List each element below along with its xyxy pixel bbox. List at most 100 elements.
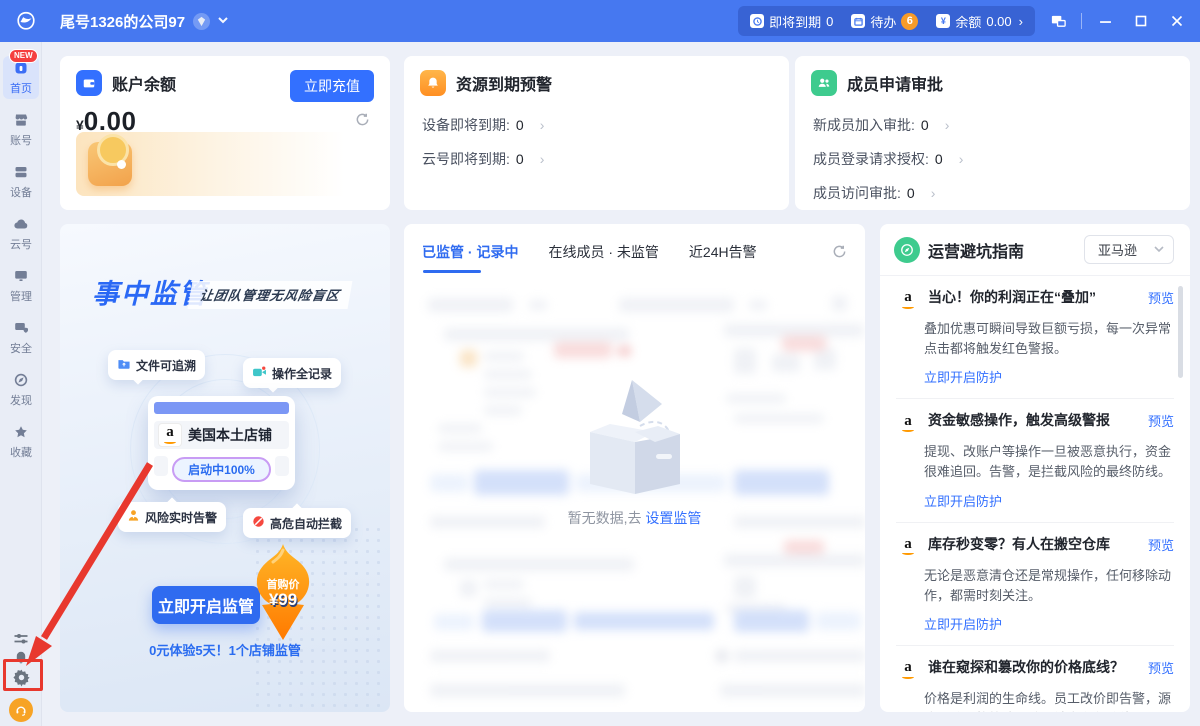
folder-icon xyxy=(117,358,131,373)
sidebar-item-cloud[interactable]: 云号 xyxy=(3,212,39,255)
person-alert-icon xyxy=(127,509,140,525)
enable-protection-link[interactable]: 立即开启防护 xyxy=(924,367,1002,386)
sidebar-item-security[interactable]: 安全 xyxy=(3,316,39,359)
amazon-icon: a xyxy=(896,535,920,559)
login-authorization-row[interactable]: 成员登录请求授权: 0 › xyxy=(795,142,1190,176)
monitor-tabs: 已监管 · 记录中 在线成员 · 未监管 近24H告警 xyxy=(422,242,757,262)
preview-link[interactable]: 预览 xyxy=(1148,288,1174,307)
amazon-icon: a xyxy=(896,288,920,312)
titlebar: 尾号1326的公司97 即将到期 0 xyxy=(0,0,1200,42)
wallet-icon xyxy=(76,70,102,96)
region-filter-select[interactable]: 亚马逊 xyxy=(1084,235,1174,264)
money-icon: ¥ xyxy=(936,14,950,28)
scrollbar-thumb[interactable] xyxy=(1178,286,1183,378)
wallet-illustration xyxy=(88,142,132,186)
chevron-down-icon xyxy=(1154,246,1164,253)
sidebar-item-discover[interactable]: 发现 xyxy=(3,368,39,411)
app-logo-icon[interactable] xyxy=(14,9,38,33)
shop-preview-card: a 美国本土店铺 启动中100% xyxy=(148,396,295,490)
refresh-icon[interactable] xyxy=(832,244,847,264)
balance-stat[interactable]: ¥ 余额 0.00 › xyxy=(936,12,1023,31)
sidebar-item-favorites[interactable]: 收藏 xyxy=(3,420,39,463)
compass-icon xyxy=(13,372,29,393)
guide-item: a 当心！你的利润正在“叠加” 预览 叠加优惠可瞬间导致巨额亏损，每一次异常点击… xyxy=(896,288,1174,399)
preview-link[interactable]: 预览 xyxy=(1148,411,1174,430)
sliders-icon[interactable] xyxy=(0,630,42,648)
sidebar-item-home[interactable]: NEW 首页 xyxy=(3,56,39,99)
chevron-right-icon: › xyxy=(540,151,545,167)
todo-stat[interactable]: 待办 6 xyxy=(851,12,918,31)
shield-monitor-icon xyxy=(13,320,29,341)
chevron-right-icon: › xyxy=(931,185,936,201)
titlebar-separator xyxy=(1081,13,1082,29)
balance-value: 0.00 xyxy=(986,14,1011,29)
resource-expiry-card: 资源到期预警 设备即将到期: 0 › 云号即将到期: 0 › xyxy=(404,56,789,210)
todo-count-badge: 6 xyxy=(901,13,918,30)
tab-24h-alerts[interactable]: 近24H告警 xyxy=(689,242,757,262)
amazon-icon: a xyxy=(158,423,182,447)
cloud-expiry-row[interactable]: 云号即将到期: 0 › xyxy=(404,142,789,176)
account-balance-amount: ¥ 0.00 xyxy=(60,96,390,137)
feature-auto-block: 高危自动拦截 xyxy=(243,508,351,538)
setup-supervision-link[interactable]: 设置监管 xyxy=(645,510,701,526)
recharge-button[interactable]: 立即充值 xyxy=(290,70,374,102)
preview-link[interactable]: 预览 xyxy=(1148,535,1174,554)
amazon-icon: a xyxy=(896,658,920,682)
customer-service-icon[interactable] xyxy=(0,698,42,722)
clock-icon xyxy=(750,14,764,28)
maximize-button[interactable] xyxy=(1128,8,1154,34)
shop-row: a 美国本土店铺 xyxy=(154,421,289,449)
shop-card-header xyxy=(154,402,289,414)
store-icon xyxy=(13,112,29,133)
shop-stripe xyxy=(275,456,289,476)
enable-protection-link[interactable]: 立即开启防护 xyxy=(924,491,1002,510)
new-member-approval-row[interactable]: 新成员加入审批: 0 › xyxy=(795,108,1190,142)
calendar-icon xyxy=(851,14,865,28)
guide-item: a 资金敏感操作，触发高级警报 预览 提现、改账户等操作一旦被恶意执行，资金很难… xyxy=(896,411,1174,522)
guide-list: a 当心！你的利润正在“叠加” 预览 叠加优惠可瞬间导致巨额亏损，每一次异常点击… xyxy=(880,276,1190,712)
feature-risk-alert: 风险实时告警 xyxy=(118,502,226,532)
guide-item: a 谁在窥探和篡改你的价格底线？ 预览 价格是利润的生命线。员工改价即告警，源头… xyxy=(896,658,1174,712)
bell-icon[interactable] xyxy=(0,650,42,666)
preview-link[interactable]: 预览 xyxy=(1148,658,1174,677)
vip-badge-icon xyxy=(193,13,210,30)
shop-status-pill: 启动中100% xyxy=(172,457,271,482)
sidebar: NEW 首页 账号 设备 云号 管理 安全 发现 收 xyxy=(0,42,42,726)
sidebar-item-devices[interactable]: 设备 xyxy=(3,160,39,203)
monitor-card: 已监管 · 记录中 在线成员 · 未监管 近24H告警 xyxy=(404,224,865,712)
guide-header: 运营避坑指南 亚马逊 xyxy=(880,224,1190,276)
guide-title: 运营避坑指南 xyxy=(928,238,1024,262)
chevron-right-icon: › xyxy=(540,117,545,133)
new-badge: NEW xyxy=(9,49,38,63)
promo-footnote[interactable]: 0元体验5天！1个店铺监管 xyxy=(60,640,390,659)
device-expiry-row[interactable]: 设备即将到期: 0 › xyxy=(404,108,789,142)
titlebar-left: 尾号1326的公司97 xyxy=(14,9,228,33)
approval-card-title: 成员申请审批 xyxy=(847,71,943,95)
sidebar-item-manage[interactable]: 管理 xyxy=(3,264,39,307)
balance-banner xyxy=(76,132,374,196)
minimize-button[interactable] xyxy=(1092,8,1118,34)
server-icon xyxy=(13,164,29,185)
company-name[interactable]: 尾号1326的公司97 xyxy=(60,11,185,32)
promo-subtitle: 让团队管理无风险盲区 xyxy=(188,281,353,309)
chevron-right-icon: › xyxy=(959,151,964,167)
supervision-promo-card: 事中监管 让团队管理无风险盲区 文件可追溯 操作全记录 a 美国本土店铺 启动中… xyxy=(60,224,390,712)
access-approval-row[interactable]: 成员访问审批: 0 › xyxy=(795,176,1190,210)
expiring-stat[interactable]: 即将到期 0 xyxy=(750,12,833,31)
switch-window-icon[interactable] xyxy=(1045,8,1071,34)
member-approval-card: 成员申请审批 新成员加入审批: 0 › 成员登录请求授权: 0 › 成员访问审批… xyxy=(795,56,1190,210)
members-icon xyxy=(811,70,837,96)
tab-online-unmonitored[interactable]: 在线成员 · 未监管 xyxy=(548,242,658,262)
sidebar-item-accounts[interactable]: 账号 xyxy=(3,108,39,151)
alert-bell-icon xyxy=(420,70,446,96)
operations-guide-card: 运营避坑指南 亚马逊 a 当心！你的利润正在“叠加” 预览 叠加优惠可瞬间导致巨… xyxy=(880,224,1190,712)
close-button[interactable] xyxy=(1164,8,1190,34)
company-dropdown-caret-icon[interactable] xyxy=(218,16,228,27)
settings-gear-icon[interactable] xyxy=(0,668,42,687)
start-supervision-button[interactable]: 立即开启监管 xyxy=(152,586,260,624)
enable-protection-link[interactable]: 立即开启防护 xyxy=(924,614,1002,633)
shop-stripe xyxy=(154,456,168,476)
tab-monitored-recording[interactable]: 已监管 · 记录中 xyxy=(422,242,518,262)
empty-box-illustration xyxy=(570,370,700,502)
refresh-icon[interactable] xyxy=(355,112,370,132)
